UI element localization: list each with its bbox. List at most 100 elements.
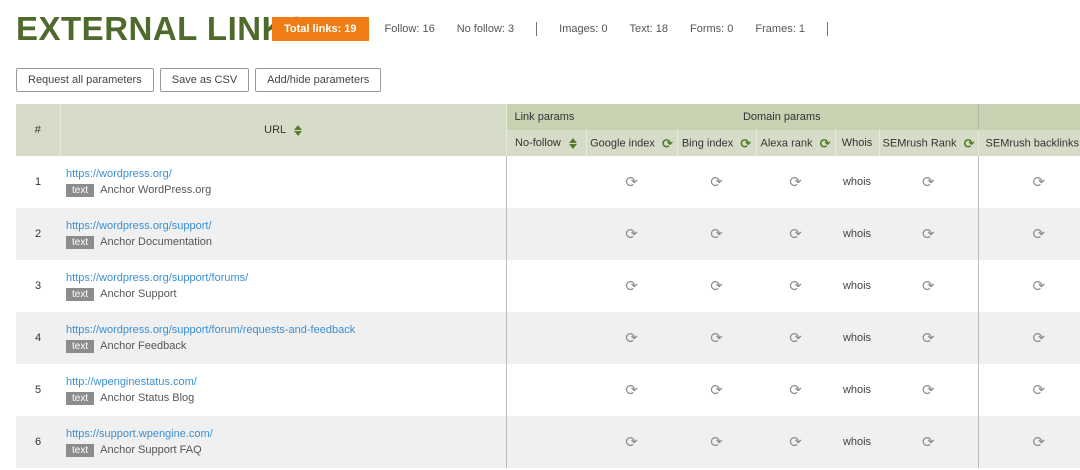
whois-link[interactable]: whois [843,280,871,292]
refresh-icon[interactable]: ⟳ [662,137,673,150]
refresh-icon[interactable]: ⟳ [922,433,935,451]
text-count: Text: 18 [629,23,669,35]
refresh-icon[interactable]: ⟳ [789,277,802,295]
nofollow-cell [505,260,586,312]
whois-link[interactable]: whois [843,228,871,240]
refresh-icon[interactable]: ⟳ [710,433,723,451]
table-row: 3 https://wordpress.org/support/forums/ … [16,260,1080,312]
row-number: 4 [16,312,60,364]
refresh-icon[interactable]: ⟳ [1033,173,1046,191]
domain-params-group-header: Domain params [586,104,979,130]
google-index-cell: ⟳ [586,208,677,260]
refresh-icon[interactable]: ⟳ [922,381,935,399]
links-table: # URL Link params Domain params No-follo… [16,104,1080,468]
url-header-label: URL [264,124,286,136]
refresh-icon[interactable]: ⟳ [740,137,751,150]
total-links-badge: Total links: 19 [272,17,369,41]
google-index-cell: ⟳ [586,364,677,416]
whois-cell: whois [835,416,879,468]
refresh-icon[interactable]: ⟳ [710,173,723,191]
refresh-icon[interactable]: ⟳ [789,173,802,191]
follow-count: Follow: 16 [384,23,435,35]
refresh-icon[interactable]: ⟳ [789,329,802,347]
refresh-icon[interactable]: ⟳ [625,173,638,191]
whois-cell: whois [835,312,879,364]
url-cell: https://wordpress.org/ text Anchor WordPr… [60,156,506,208]
refresh-icon[interactable]: ⟳ [710,329,723,347]
col-number-header: # [16,104,61,156]
link-params-group-header: Link params [505,104,586,130]
refresh-icon[interactable]: ⟳ [964,137,975,150]
sort-icon[interactable] [568,137,577,149]
whois-cell: whois [835,364,879,416]
refresh-icon[interactable]: ⟳ [625,225,638,243]
refresh-icon[interactable]: ⟳ [922,173,935,191]
url-link[interactable]: https://wordpress.org/support/forums/ [66,272,506,284]
col-semrush-rank-header: SEMrush Rank ⟳ [879,130,979,156]
whois-link[interactable]: whois [843,332,871,344]
refresh-icon[interactable]: ⟳ [1033,381,1046,399]
refresh-icon[interactable]: ⟳ [789,381,802,399]
refresh-icon[interactable]: ⟳ [922,225,935,243]
url-link[interactable]: https://wordpress.org/support/ [66,220,506,232]
save-as-csv-button[interactable]: Save as CSV [159,68,250,92]
refresh-icon[interactable]: ⟳ [710,277,723,295]
google-index-cell: ⟳ [586,312,677,364]
refresh-icon[interactable]: ⟳ [922,277,935,295]
semrush-rank-cell: ⟳ [879,416,979,468]
refresh-icon[interactable]: ⟳ [625,381,638,399]
semrush-rank-cell: ⟳ [879,312,979,364]
frames-count: Frames: 1 [755,23,805,35]
table-row: 6 https://support.wpengine.com/ text Anch… [16,416,1080,468]
refresh-icon[interactable]: ⟳ [710,381,723,399]
nofollow-cell [505,364,586,416]
anchor-text: Anchor Support FAQ [100,443,202,456]
whois-cell: whois [835,260,879,312]
link-type-badge: text [66,391,95,405]
sort-icon[interactable] [293,124,302,136]
images-count: Images: 0 [559,23,608,35]
links-table-container: # URL Link params Domain params No-follo… [16,104,1080,470]
nofollow-cell [505,156,586,208]
page-title: EXTERNAL LINKS [16,10,309,47]
refresh-icon[interactable]: ⟳ [625,329,638,347]
refresh-icon[interactable]: ⟳ [922,329,935,347]
url-link[interactable]: https://support.wpengine.com/ [66,428,506,440]
row-number: 2 [16,208,60,260]
refresh-icon[interactable]: ⟳ [1033,329,1046,347]
whois-link[interactable]: whois [843,176,871,188]
refresh-icon[interactable]: ⟳ [1033,433,1046,451]
refresh-icon[interactable]: ⟳ [789,433,802,451]
refresh-icon[interactable]: ⟳ [1033,225,1046,243]
nofollow-count: No follow: 3 [456,23,515,35]
add-hide-parameters-button[interactable]: Add/hide parameters [255,68,382,92]
nofollow-cell [505,208,586,260]
refresh-icon[interactable]: ⟳ [625,277,638,295]
google-index-cell: ⟳ [586,156,677,208]
nofollow-cell [505,416,586,468]
col-url-header[interactable]: URL [60,104,507,156]
refresh-icon[interactable]: ⟳ [820,137,831,150]
url-link[interactable]: http://wpenginestatus.com/ [66,376,506,388]
url-link[interactable]: https://wordpress.org/ [66,168,506,180]
semrush-rank-cell: ⟳ [879,364,979,416]
refresh-icon[interactable]: ⟳ [1033,277,1046,295]
google-index-header-label: Google index [590,136,655,149]
nofollow-header-label: No-follow [515,137,561,149]
request-all-parameters-button[interactable]: Request all parameters [16,68,154,92]
toolbar: Request all parameters Save as CSV Add/h… [16,68,387,92]
refresh-icon[interactable]: ⟳ [625,433,638,451]
semrush-group-header [977,104,1080,130]
table-row: 1 https://wordpress.org/ text Anchor Word… [16,156,1080,208]
semrush-backlinks-cell: ⟳ [977,364,1080,416]
refresh-icon[interactable]: ⟳ [710,225,723,243]
url-link[interactable]: https://wordpress.org/support/forum/requ… [66,324,506,336]
whois-link[interactable]: whois [843,436,871,448]
whois-link[interactable]: whois [843,384,871,396]
bing-index-cell: ⟳ [677,208,756,260]
anchor-text: Anchor Documentation [100,235,213,248]
link-type-badge: text [66,235,95,249]
refresh-icon[interactable]: ⟳ [789,225,802,243]
link-stats: Total links: 19 Follow: 16 No follow: 3 … [272,17,850,41]
col-nofollow-header[interactable]: No-follow [505,130,587,156]
